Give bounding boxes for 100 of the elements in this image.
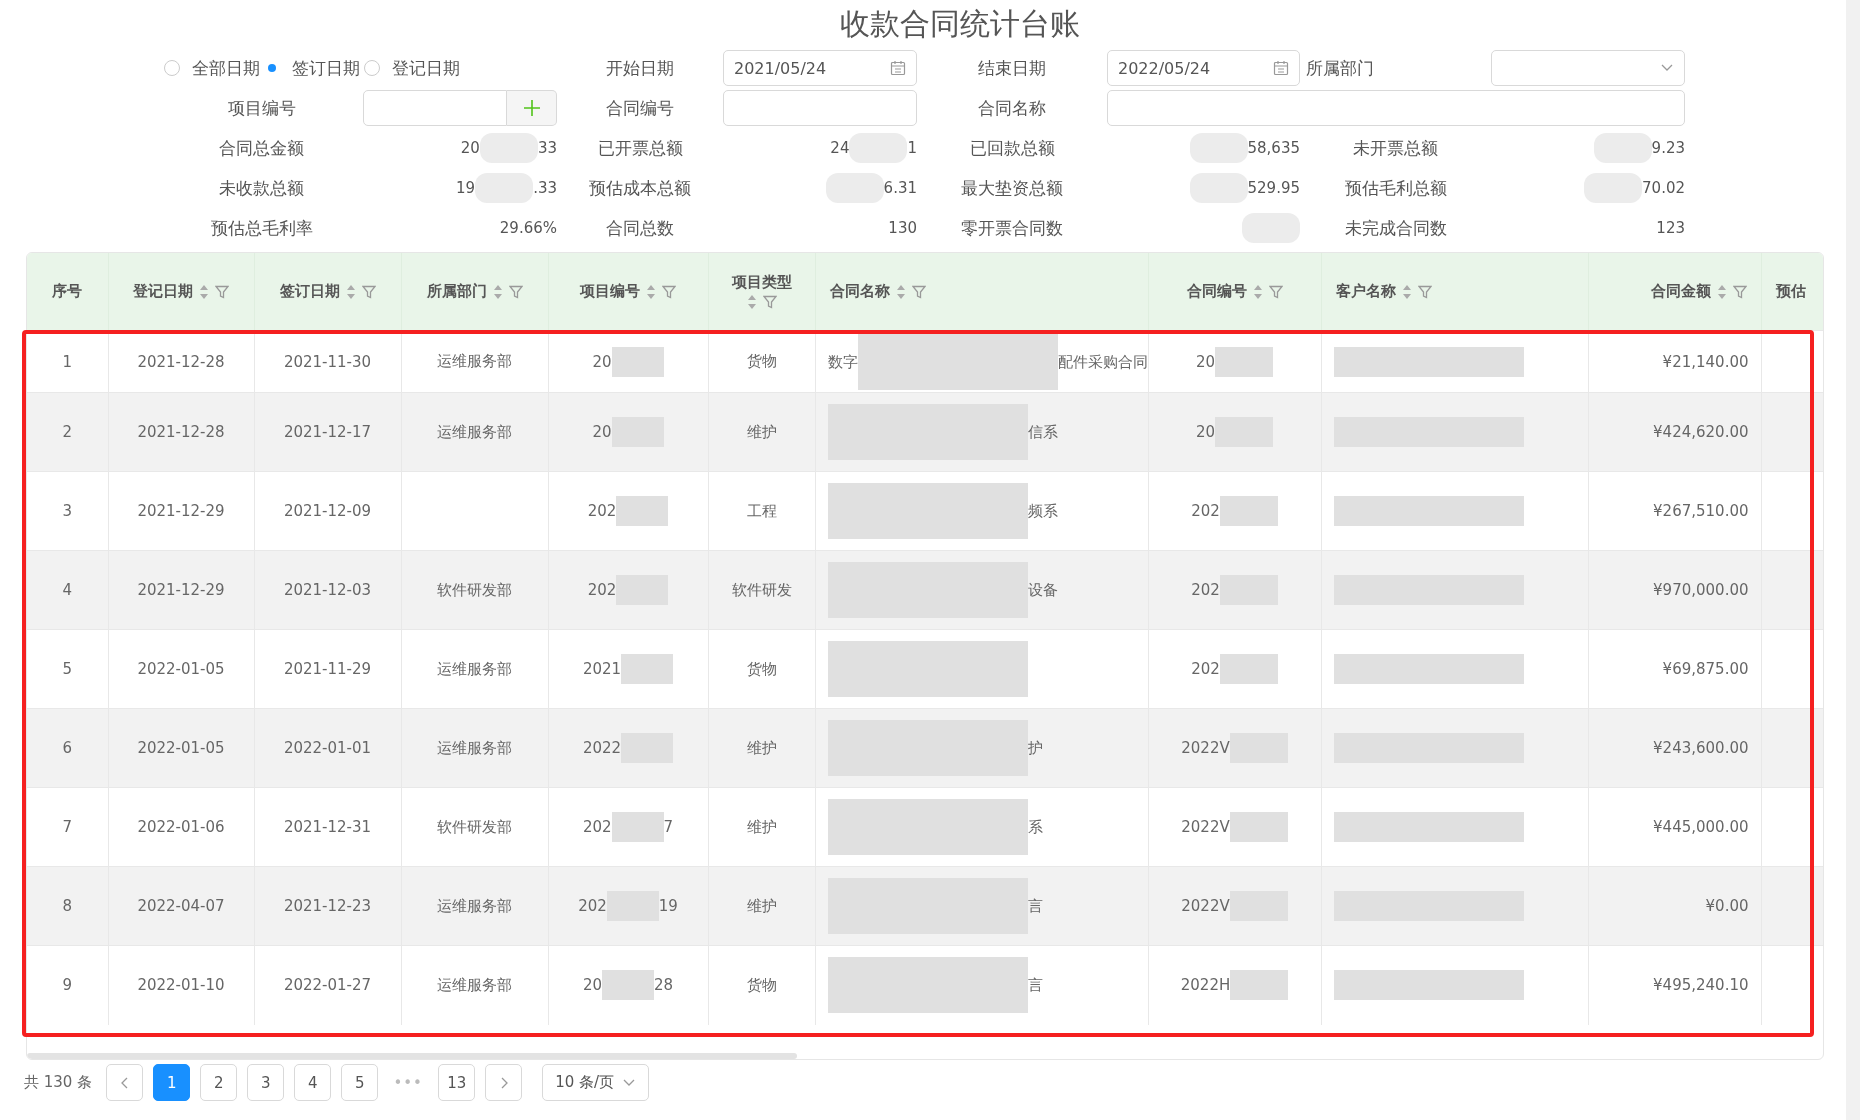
next-page-button[interactable] <box>485 1064 523 1101</box>
filter-icon[interactable] <box>1732 284 1747 299</box>
sort-icon[interactable] <box>345 283 356 300</box>
sort-icon[interactable] <box>1252 283 1263 300</box>
sort-icon[interactable] <box>746 294 757 310</box>
table-cell: 货物 <box>708 945 815 1025</box>
sort-icon[interactable] <box>1401 283 1412 300</box>
column-header[interactable]: 项目类型 <box>708 253 815 331</box>
filter-icon[interactable] <box>361 284 376 299</box>
date-field[interactable]: 2021/05/24 <box>723 50 917 86</box>
previous-page-button[interactable] <box>106 1064 144 1101</box>
column-header[interactable]: 所属部门 <box>401 253 548 331</box>
table-cell: 2021-12-29 <box>108 550 254 630</box>
field-label: 已开票总额 <box>596 136 684 160</box>
date-field[interactable]: 2022/05/24 <box>1107 50 1300 86</box>
input-field[interactable] <box>363 90 507 126</box>
sort-icon[interactable] <box>492 283 503 300</box>
table-cell: 8 <box>27 866 108 946</box>
input-field[interactable] <box>1107 90 1685 126</box>
page-size-select[interactable]: 10 条/页 <box>542 1064 650 1101</box>
table-cell: 2021-12-23 <box>254 866 401 946</box>
text-fragment: 202 <box>587 581 617 599</box>
radio-button[interactable] <box>364 60 380 76</box>
text-fragment: 24 <box>830 139 850 157</box>
redaction-block <box>602 970 654 1001</box>
text-fragment: 配件采购合同 <box>1057 352 1147 370</box>
page-button[interactable]: 2 <box>200 1064 238 1101</box>
chevron-down-icon <box>622 1077 637 1088</box>
table-cell: ¥0.00 <box>1588 866 1761 946</box>
sort-icon[interactable] <box>646 283 656 300</box>
filter-icon[interactable] <box>911 284 926 299</box>
table-cell: ¥495,240.10 <box>1588 945 1761 1025</box>
table-cell: 运维服务部 <box>401 708 548 788</box>
text-fragment: 信系 <box>1027 422 1058 441</box>
table-cell: 9 <box>27 945 108 1025</box>
table-cell: 运维服务部 <box>401 392 548 472</box>
text-fragment: .33 <box>533 179 557 197</box>
text-fragment: 202 <box>578 897 607 915</box>
text-fragment: 1 <box>907 139 917 157</box>
add-button[interactable] <box>507 90 557 126</box>
field-label: 合同编号 <box>605 96 675 120</box>
column-header[interactable]: 登记日期 <box>108 253 254 331</box>
table-cell: ¥243,600.00 <box>1588 708 1761 788</box>
text-fragment: 2022V <box>1181 739 1230 757</box>
filter-icon[interactable] <box>662 284 676 299</box>
table-cell: 软件研发部 <box>401 550 548 630</box>
text-fragment: 20 <box>460 139 480 157</box>
field-label: 未完成合同数 <box>1343 216 1448 240</box>
field-label: 结束日期 <box>977 56 1047 80</box>
column-header[interactable]: 项目编号 <box>548 253 708 331</box>
text-fragment: 58,635 <box>1247 139 1300 157</box>
redaction-block <box>1230 970 1289 1001</box>
ellipsis: ••• <box>392 1073 424 1092</box>
redaction-block <box>611 812 664 842</box>
sort-icon[interactable] <box>895 283 906 300</box>
filter-icon[interactable] <box>508 284 523 299</box>
field-label: 合同总金额 <box>218 136 305 160</box>
text-fragment: 33 <box>537 139 557 157</box>
page-button[interactable]: 13 <box>438 1064 476 1101</box>
text-fragment: 29.66% <box>499 219 557 237</box>
page-button[interactable]: 5 <box>341 1064 379 1101</box>
table-cell: ¥970,000.00 <box>1588 550 1761 630</box>
filter-icon[interactable] <box>1268 284 1283 299</box>
page-button[interactable]: 4 <box>294 1064 332 1101</box>
column-header[interactable]: 合同名称 <box>815 253 1148 331</box>
column-header[interactable]: 预估 <box>1761 253 1823 331</box>
page-button[interactable]: 3 <box>247 1064 285 1101</box>
field-label: 未开票总额 <box>1352 136 1439 160</box>
table-cell: 软件研发 <box>708 550 815 630</box>
column-header[interactable]: 合同编号 <box>1148 253 1321 331</box>
radio-option[interactable]: 全部日期 <box>164 56 260 80</box>
sort-icon[interactable] <box>1716 283 1727 300</box>
table-cell: 2022-01-27 <box>254 945 401 1025</box>
table-cell: 2022-04-07 <box>108 866 254 946</box>
text-fragment: 2022V <box>1181 897 1230 915</box>
filter-icon[interactable] <box>215 284 229 299</box>
text-fragment: 202 <box>587 502 617 520</box>
text-fragment: 设备 <box>1027 580 1058 599</box>
field-label: 合同名称 <box>977 96 1047 120</box>
text-fragment: 202 <box>1191 581 1220 599</box>
text-fragment: 202 <box>582 818 612 836</box>
table-cell: 6 <box>27 708 108 788</box>
redaction-block <box>621 654 674 684</box>
filter-icon[interactable] <box>762 295 777 309</box>
department-select[interactable] <box>1491 50 1685 86</box>
column-header[interactable]: 客户名称 <box>1321 253 1588 331</box>
field-label: 预估总毛利率 <box>209 216 314 240</box>
filter-icon[interactable] <box>1417 284 1432 299</box>
radio-option[interactable]: 签订日期 <box>264 56 360 80</box>
radio-button[interactable] <box>164 60 180 76</box>
column-header[interactable]: 合同金额 <box>1588 253 1761 331</box>
radio-option[interactable]: 登记日期 <box>364 56 460 80</box>
horizontal-scrollbar[interactable] <box>27 1053 797 1059</box>
input-field[interactable] <box>723 90 917 126</box>
text-fragment: 529.95 <box>1247 179 1300 197</box>
sort-icon[interactable] <box>199 283 209 300</box>
field-label: 未收款总额 <box>218 176 305 200</box>
field-label: 开始日期 <box>605 56 675 80</box>
column-header[interactable]: 签订日期 <box>254 253 401 331</box>
column-header[interactable]: 序号 <box>27 253 108 331</box>
